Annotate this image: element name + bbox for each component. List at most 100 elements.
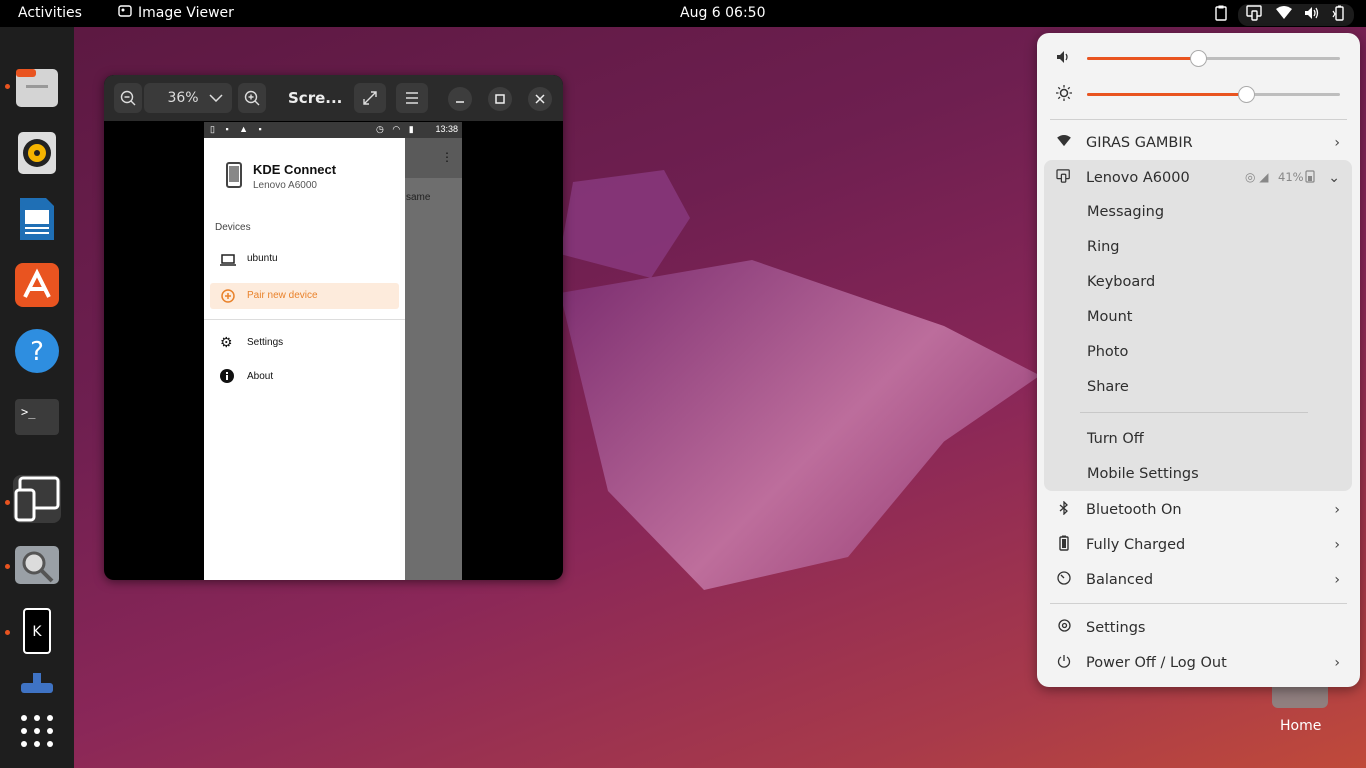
action-messaging[interactable]: Messaging [1087,204,1164,220]
action-keyboard[interactable]: Keyboard [1087,274,1155,290]
brightness-knob[interactable] [1238,86,1256,103]
power-off-row[interactable]: Power Off / Log Out › [1037,645,1360,680]
kdeconnect-app-icon[interactable] [13,475,61,523]
header-bar: 36% Scre... [104,75,563,121]
chevron-down-icon: ⌄ [1328,169,1340,186]
phone-icon [226,162,242,193]
clock[interactable]: Aug 6 06:50 [680,5,766,21]
power-off-label: Power Off / Log Out [1086,654,1227,671]
power-profile-label: Balanced [1086,571,1154,588]
volume-slider[interactable] [1087,50,1340,67]
behind-text: same [406,192,431,203]
help-icon[interactable]: ? [13,327,61,375]
bluetooth-label: Bluetooth On [1086,501,1182,518]
device-row[interactable]: Lenovo A6000 ◎ ◢ 41% ⌄ [1037,160,1360,195]
bluetooth-row[interactable]: Bluetooth On › [1037,492,1360,527]
minimize-icon [456,101,464,103]
info-icon [220,369,234,388]
clipboard-icon[interactable] [1214,5,1228,25]
hamburger-icon [406,92,418,104]
maximize-button[interactable] [488,87,512,111]
settings-row[interactable]: Settings [1037,610,1360,645]
brightness-fill [1087,93,1247,96]
about-label: About [247,371,274,382]
files-app-icon[interactable] [13,63,61,111]
battery-charged-icon [1056,535,1072,555]
device-battery: 41% [1278,170,1304,184]
zoom-level-dropdown[interactable]: 36% [144,83,232,113]
mobile-settings-button[interactable]: Mobile Settings [1087,466,1199,482]
device-name: Lenovo A6000 [1086,169,1190,186]
brightness-icon [1056,85,1072,105]
image-viewer-app-icon[interactable] [13,541,61,589]
gear-icon: ⚙ [220,334,233,350]
svg-text:>_: >_ [21,405,36,419]
terminal-icon[interactable]: >_ [13,393,61,441]
kdeconnect-device-icon [1056,168,1072,187]
app-menu[interactable]: Image Viewer [118,5,234,21]
activities-button[interactable]: Activities [18,5,82,21]
battery-icon [1332,5,1346,25]
volume-fill [1087,57,1199,60]
close-icon [535,94,545,104]
devices-header: Devices [215,222,251,233]
show-apps-grid-icon[interactable] [13,707,61,755]
main-menu-button[interactable] [396,83,428,113]
drawer-settings-item[interactable]: ⚙ Settings [204,330,405,356]
wifi-icon [1276,6,1292,24]
device-name: ubuntu [247,253,278,264]
displayed-image: ▯ ▪ ▲ ▪ ◷ ◠ ▮ 13:38 ⋮ same KDE Connect L… [204,122,462,580]
top-bar: Activities Image Viewer Aug 6 06:50 [0,0,1366,27]
chevron-down-icon [209,90,223,106]
rhythmbox-app-icon[interactable] [13,129,61,177]
close-button[interactable] [528,87,552,111]
chevron-right-icon: › [1334,654,1340,671]
running-indicator [5,564,10,569]
wifi-row[interactable]: GIRAS GAMBIR › [1037,125,1360,160]
pair-new-device-item[interactable]: Pair new device [210,283,399,309]
app-center-icon[interactable] [13,261,61,309]
power-profile-row[interactable]: Balanced › [1037,562,1360,597]
wallpaper-shape [560,170,690,278]
volume-knob[interactable] [1190,50,1208,67]
overflow-menu-icon: ⋮ [441,150,453,164]
action-photo[interactable]: Photo [1087,344,1128,360]
zoom-in-button[interactable] [238,83,266,113]
behind-app-bar [405,138,462,178]
libreoffice-writer-icon[interactable] [13,195,61,243]
window-title: Scre... [288,89,343,107]
phone-status-bar: ▯ ▪ ▲ ▪ ◷ ◠ ▮ 13:38 [204,122,462,138]
phone-status-icons: ◷ ◠ ▮ [376,124,417,134]
system-status-area[interactable] [1238,4,1354,26]
zoom-out-button[interactable] [114,83,142,113]
kdeconnect-phone-icon[interactable]: K [13,607,61,655]
zoom-in-icon [244,90,260,106]
wifi-label: GIRAS GAMBIR [1086,134,1193,151]
action-mount[interactable]: Mount [1087,309,1132,325]
action-share[interactable]: Share [1087,379,1129,395]
fullscreen-button[interactable] [354,83,386,113]
power-row[interactable]: Fully Charged › [1037,527,1360,562]
running-indicator [5,84,10,89]
settings-label: Settings [1086,619,1146,636]
settings-gear-icon [1056,618,1072,637]
zoom-level: 36% [167,90,199,106]
home-label[interactable]: Home [1280,718,1321,734]
power-profile-icon [1056,570,1072,589]
brightness-slider[interactable] [1087,86,1340,103]
separator [1050,603,1347,604]
minimize-button[interactable] [448,87,472,111]
svg-text:?: ? [30,337,44,367]
device-submenu: Lenovo A6000 ◎ ◢ 41% ⌄ Messaging Ring Ke… [1044,160,1352,491]
add-circle-icon [221,289,235,308]
drawer-about-item[interactable]: About [204,364,405,390]
phone-time: 13:38 [435,124,458,134]
volume-icon [1304,6,1320,24]
turn-off-button[interactable]: Turn Off [1087,431,1144,447]
partial-app-icon[interactable] [13,671,61,695]
action-ring[interactable]: Ring [1087,239,1120,255]
device-item-ubuntu[interactable]: ubuntu [204,248,405,272]
separator [1080,412,1308,413]
chevron-right-icon: › [1334,501,1340,518]
pair-new-label: Pair new device [247,290,318,301]
